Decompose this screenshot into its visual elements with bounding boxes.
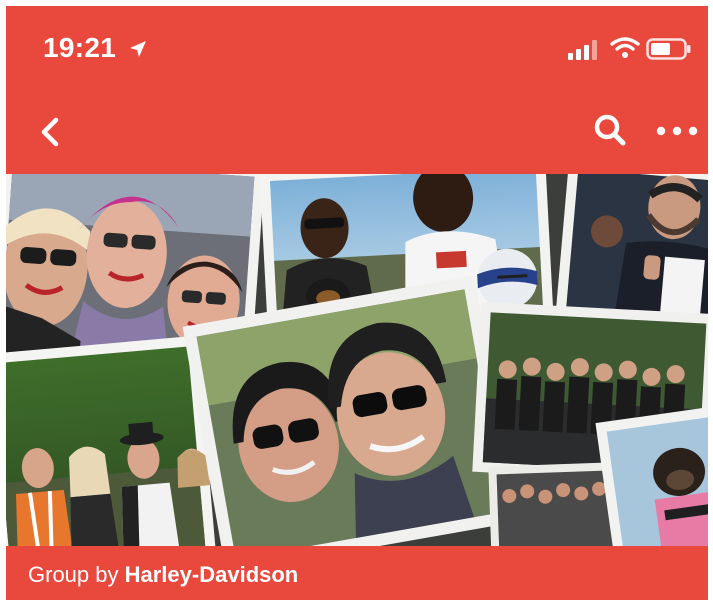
group-by-prefix: Group by xyxy=(28,562,119,587)
wifi-icon xyxy=(610,37,640,58)
group-cover-photo[interactable] xyxy=(6,174,708,546)
group-owner-label[interactable]: Group by Harley-Davidson xyxy=(28,562,298,588)
status-time: 19:21 xyxy=(43,32,117,63)
photo-monkey-shirt xyxy=(595,405,708,546)
battery-icon xyxy=(646,38,691,60)
photo-collage xyxy=(6,174,708,546)
photo-group-vests xyxy=(6,335,217,546)
search-icon[interactable] xyxy=(590,110,630,150)
location-arrow-icon xyxy=(130,41,146,57)
group-owner-name[interactable]: Harley-Davidson xyxy=(125,562,299,587)
navigation-bar xyxy=(6,94,708,174)
group-info-bar: Group by Harley-Davidson xyxy=(6,546,708,600)
status-bar: 19:21 xyxy=(6,6,708,94)
app-frame: 19:21 Group by Harley-Davidson xyxy=(6,6,708,600)
more-icon[interactable] xyxy=(654,116,700,146)
cellular-signal-icon xyxy=(568,40,597,60)
back-chevron-icon[interactable] xyxy=(32,112,68,152)
